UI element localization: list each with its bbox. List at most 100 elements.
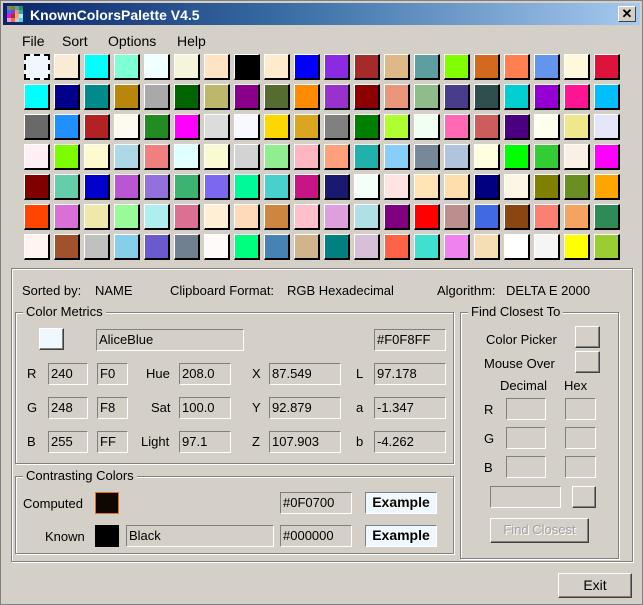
color-cell-white[interactable]: [504, 234, 530, 260]
color-cell-mediumblue[interactable]: [84, 174, 110, 200]
color-cell-lavender[interactable]: [594, 114, 620, 140]
color-cell-maroon[interactable]: [24, 174, 50, 200]
find-result-field[interactable]: [490, 486, 561, 508]
color-cell-oldlace[interactable]: [504, 174, 530, 200]
color-cell-mediumvioletred[interactable]: [294, 174, 320, 200]
color-cell-orange[interactable]: [594, 174, 620, 200]
color-cell-snow[interactable]: [204, 234, 230, 260]
color-cell-dodgerblue[interactable]: [54, 114, 80, 140]
color-cell-chartreuse[interactable]: [444, 54, 470, 80]
color-cell-plum[interactable]: [324, 204, 350, 230]
color-cell-lightcoral[interactable]: [144, 144, 170, 170]
color-cell-saddlebrown[interactable]: [504, 204, 530, 230]
color-cell-blanchedalmond[interactable]: [264, 54, 290, 80]
color-cell-violet[interactable]: [444, 234, 470, 260]
color-cell-palevioletred[interactable]: [174, 204, 200, 230]
color-cell-dimgray[interactable]: [24, 114, 50, 140]
color-name-field[interactable]: AliceBlue: [96, 329, 244, 351]
color-cell-mediumaquamarine[interactable]: [54, 174, 80, 200]
color-cell-crimson[interactable]: [594, 54, 620, 80]
color-cell-darkviolet[interactable]: [534, 84, 560, 110]
color-cell-darkkhaki[interactable]: [204, 84, 230, 110]
color-cell-red[interactable]: [414, 204, 440, 230]
color-cell-cadetblue[interactable]: [414, 54, 440, 80]
g-decimal-field[interactable]: 248: [48, 397, 88, 419]
b-hex-field[interactable]: FF: [97, 431, 128, 453]
color-cell-tan[interactable]: [294, 234, 320, 260]
color-cell-sandybrown[interactable]: [564, 204, 590, 230]
color-hex-field[interactable]: #F0F8FF: [374, 329, 446, 351]
find-result-swatch-button[interactable]: [572, 486, 596, 508]
computed-example-button[interactable]: Example: [365, 492, 437, 514]
color-cell-palegoldenrod[interactable]: [84, 204, 110, 230]
lab-b-field[interactable]: -4.262: [374, 431, 446, 453]
color-cell-mediumseagreen[interactable]: [174, 174, 200, 200]
color-cell-mediumturquoise[interactable]: [264, 174, 290, 200]
close-button[interactable]: ✕: [618, 6, 636, 22]
color-cell-darkslategray[interactable]: [474, 84, 500, 110]
color-cell-darkseagreen[interactable]: [414, 84, 440, 110]
mouse-over-button[interactable]: [575, 351, 600, 373]
color-cell-lightseagreen[interactable]: [354, 144, 380, 170]
color-cell-peachpuff[interactable]: [234, 204, 260, 230]
color-cell-olive[interactable]: [534, 174, 560, 200]
color-cell-mediumorchid[interactable]: [114, 174, 140, 200]
menu-help[interactable]: Help: [177, 33, 206, 49]
color-cell-darksalmon[interactable]: [384, 84, 410, 110]
color-cell-floralwhite[interactable]: [114, 114, 140, 140]
color-cell-indianred[interactable]: [474, 114, 500, 140]
color-cell-aquamarine[interactable]: [114, 54, 140, 80]
find-r-hex-input[interactable]: [565, 398, 596, 420]
color-cell-blue[interactable]: [294, 54, 320, 80]
color-cell-turquoise[interactable]: [414, 234, 440, 260]
color-cell-firebrick[interactable]: [84, 114, 110, 140]
color-cell-slategray[interactable]: [174, 234, 200, 260]
color-cell-aliceblue[interactable]: [24, 54, 50, 80]
color-cell-lavenderblush[interactable]: [24, 144, 50, 170]
color-cell-lightsalmon[interactable]: [324, 144, 350, 170]
color-cell-antiquewhite[interactable]: [54, 54, 80, 80]
color-cell-gray[interactable]: [324, 114, 350, 140]
color-cell-powderblue[interactable]: [354, 204, 380, 230]
find-b-decimal-input[interactable]: [506, 456, 546, 478]
color-cell-black[interactable]: [234, 54, 260, 80]
color-cell-mediumpurple[interactable]: [144, 174, 170, 200]
color-cell-sienna[interactable]: [54, 234, 80, 260]
color-cell-darkcyan[interactable]: [84, 84, 110, 110]
find-g-decimal-input[interactable]: [506, 427, 546, 449]
color-cell-orangered[interactable]: [24, 204, 50, 230]
color-cell-yellow[interactable]: [564, 234, 590, 260]
a-field[interactable]: -1.347: [374, 397, 446, 419]
computed-hex-field[interactable]: #0F0700: [280, 492, 352, 514]
color-cell-silver[interactable]: [84, 234, 110, 260]
color-cell-darkgray[interactable]: [144, 84, 170, 110]
color-cell-darkmagenta[interactable]: [234, 84, 260, 110]
color-cell-lightgoldenrodyellow[interactable]: [204, 144, 230, 170]
color-cell-cornsilk[interactable]: [564, 54, 590, 80]
color-cell-lightyellow[interactable]: [474, 144, 500, 170]
color-cell-seashell[interactable]: [24, 234, 50, 260]
color-cell-deepskyblue[interactable]: [594, 84, 620, 110]
color-cell-gainsboro[interactable]: [204, 114, 230, 140]
color-cell-orchid[interactable]: [54, 204, 80, 230]
color-cell-cornflowerblue[interactable]: [534, 54, 560, 80]
color-cell-lightblue[interactable]: [114, 144, 140, 170]
color-cell-magenta[interactable]: [594, 144, 620, 170]
color-cell-lawngreen[interactable]: [54, 144, 80, 170]
exit-button[interactable]: Exit: [558, 573, 632, 598]
color-cell-lightslategray[interactable]: [414, 144, 440, 170]
color-cell-moccasin[interactable]: [414, 174, 440, 200]
color-cell-steelblue[interactable]: [264, 234, 290, 260]
color-cell-coral[interactable]: [504, 54, 530, 80]
color-cell-thistle[interactable]: [354, 234, 380, 260]
color-cell-goldenrod[interactable]: [294, 114, 320, 140]
color-cell-greenyellow[interactable]: [384, 114, 410, 140]
hue-field[interactable]: 208.0: [179, 363, 231, 385]
color-cell-indigo[interactable]: [504, 114, 530, 140]
color-cell-chocolate[interactable]: [474, 54, 500, 80]
color-cell-slateblue[interactable]: [144, 234, 170, 260]
color-cell-lime[interactable]: [504, 144, 530, 170]
sat-field[interactable]: 100.0: [179, 397, 231, 419]
color-cell-seagreen[interactable]: [594, 204, 620, 230]
color-cell-deeppink[interactable]: [564, 84, 590, 110]
